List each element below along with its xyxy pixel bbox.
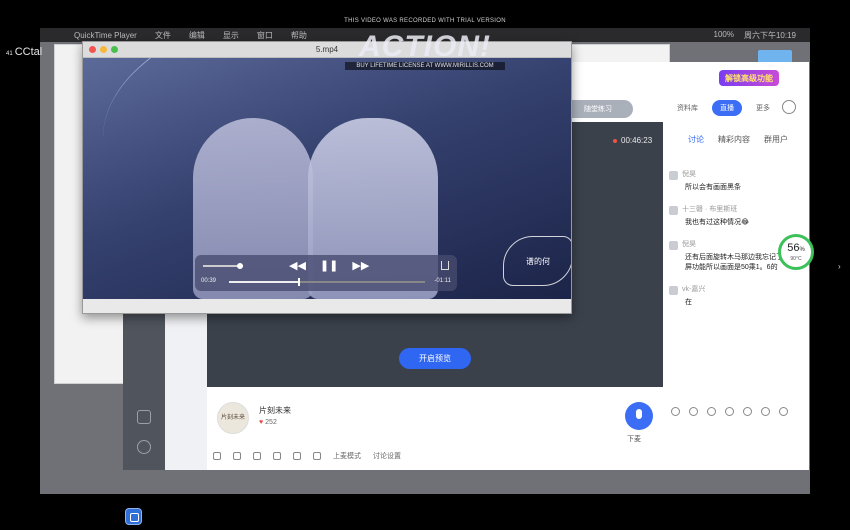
menubar-item-help[interactable]: 帮助	[291, 30, 307, 41]
menubar-item-edit[interactable]: 编辑	[189, 30, 205, 41]
screen: THIS VIDEO WAS RECORDED WITH TRIAL VERSI…	[0, 0, 850, 530]
practice-button[interactable]: 随堂练习	[563, 100, 633, 118]
scissors-icon[interactable]	[707, 407, 716, 416]
pause-icon[interactable]: ❚❚	[320, 259, 338, 272]
zoom-icon[interactable]	[111, 46, 118, 53]
chat-toolbar	[671, 407, 788, 416]
mic-label: 下麦	[627, 436, 641, 443]
likes-count: 252	[265, 419, 277, 426]
close-icon[interactable]	[89, 46, 96, 53]
tab-group-users[interactable]: 群用户	[764, 134, 788, 145]
player-file-title: 5.mp4	[315, 45, 339, 54]
chat-tabs: 讨论 精彩内容 群用户	[688, 134, 788, 145]
image-icon[interactable]	[725, 407, 734, 416]
left-window-prefix: 41	[6, 51, 13, 57]
message-author: 十三磬 · 布里斯班	[682, 206, 738, 213]
message-text: 所以会有画面黑条	[685, 184, 741, 191]
app-dock-icon[interactable]	[125, 508, 142, 525]
minimize-icon[interactable]	[100, 46, 107, 53]
gift-icon[interactable]	[671, 407, 680, 416]
volume-slider[interactable]	[203, 263, 243, 269]
speaker-icon[interactable]	[233, 452, 241, 460]
message-author: 倪昊	[682, 171, 696, 178]
settings-icon[interactable]	[782, 100, 796, 114]
host-bar: 片刻未来 片刻未来 ♥ 252 下麦 上麦模式 讨论设置	[207, 387, 663, 470]
elapsed-time: 00:39	[201, 278, 217, 284]
battery-status[interactable]: 100%	[714, 30, 734, 41]
cpu-temperature: 90°C	[790, 255, 802, 262]
quicktime-player-window: 5.mp4 谱的何 ◀◀ ❚❚ ▶▶ 00:39 -01:11	[82, 41, 572, 314]
signature-logo: 谱的何	[503, 236, 571, 286]
emoji-icon[interactable]	[689, 407, 698, 416]
chat-message: 倪昊 所以会有画面黑条	[669, 170, 805, 193]
remaining-time: -01:11	[434, 278, 451, 284]
tab-library[interactable]: 资料库	[669, 100, 706, 116]
tab-highlights[interactable]: 精彩内容	[718, 134, 750, 145]
avatar	[669, 240, 678, 250]
raise-hand-mode-button[interactable]: 上麦模式	[333, 451, 361, 461]
clock-icon[interactable]	[743, 407, 752, 416]
scroll-arrow-icon[interactable]: ›	[838, 262, 841, 271]
discussion-settings-button[interactable]: 讨论设置	[373, 451, 401, 461]
send-arrow-icon[interactable]	[779, 407, 788, 416]
menubar-item-view[interactable]: 显示	[223, 30, 239, 41]
share-icon[interactable]	[441, 261, 449, 270]
video-frame[interactable]: 谱的何 ◀◀ ❚❚ ▶▶ 00:39 -01:11	[83, 58, 571, 299]
host-avatar[interactable]: 片刻未来	[217, 402, 249, 434]
rewind-icon[interactable]: ◀◀	[289, 259, 306, 272]
cpu-usage-gauge[interactable]: 56% 90°C	[778, 234, 814, 270]
message-author: vk-嘉兴	[682, 286, 706, 293]
live-timer-value: 00:46:23	[621, 136, 653, 145]
recorder-watermark-logo: ACTION!	[359, 30, 491, 63]
playback-scrubber[interactable]	[229, 278, 425, 286]
top-tabs: 资料库 直播 更多	[669, 100, 778, 116]
cpu-percent-unit: %	[799, 246, 805, 253]
playback-progress-fill	[229, 281, 298, 283]
microphone-icon[interactable]	[253, 452, 261, 460]
avatar	[669, 205, 678, 215]
tab-live[interactable]: 直播	[712, 100, 742, 116]
tab-discussion[interactable]: 讨论	[688, 134, 704, 145]
bottom-toolbar: 上麦模式 讨论设置	[213, 451, 401, 461]
message-author: 倪昊	[682, 241, 696, 248]
fast-forward-icon[interactable]: ▶▶	[352, 259, 369, 272]
recorder-license-text: BUY LIFETIME LICENSE AT WWW.MIRILLIS.COM	[345, 62, 505, 70]
menubar-item-file[interactable]: 文件	[155, 30, 171, 41]
wifi-icon[interactable]	[213, 452, 221, 460]
record-icon[interactable]	[313, 452, 321, 460]
live-timer: 00:46:23	[613, 136, 652, 145]
start-preview-button[interactable]: 开启预览	[399, 348, 471, 369]
watermark-trial-text: THIS VIDEO WAS RECORDED WITH TRIAL VERSI…	[344, 18, 506, 24]
menubar-clock[interactable]: 周六下午10:19	[744, 30, 796, 41]
bell-icon[interactable]	[761, 407, 770, 416]
whiteboard-icon[interactable]	[273, 452, 281, 460]
avatar	[669, 285, 678, 295]
heart-icon: ♥	[259, 419, 264, 426]
unlock-premium-banner[interactable]: 解锁高级功能	[719, 70, 779, 86]
recording-dot-icon	[613, 138, 617, 143]
cpu-percent: 56	[787, 241, 800, 254]
chat-message: vk-嘉兴 在	[669, 285, 805, 308]
host-name: 片刻未来	[259, 406, 291, 415]
left-window-label: 41 CCtal	[6, 46, 42, 58]
host-likes: ♥ 252	[259, 419, 277, 426]
tab-more[interactable]: 更多	[748, 100, 778, 116]
mic-button[interactable]	[625, 402, 653, 430]
chat-message: 十三磬 · 布里斯班 我也有过这种情况😂	[669, 205, 805, 228]
menubar-app-name[interactable]: QuickTime Player	[74, 31, 137, 40]
playback-knob[interactable]	[297, 278, 300, 286]
left-window-text: CCtal	[14, 46, 43, 58]
player-controls: ◀◀ ❚❚ ▶▶ 00:39 -01:11	[195, 255, 457, 291]
message-icon[interactable]	[137, 410, 151, 424]
share-icon[interactable]	[293, 452, 301, 460]
message-text: 我也有过这种情况😂	[685, 219, 750, 226]
settings-gear-icon[interactable]	[137, 440, 151, 454]
avatar	[669, 170, 678, 180]
menubar-item-window[interactable]: 窗口	[257, 30, 273, 41]
message-text: 在	[685, 299, 692, 306]
